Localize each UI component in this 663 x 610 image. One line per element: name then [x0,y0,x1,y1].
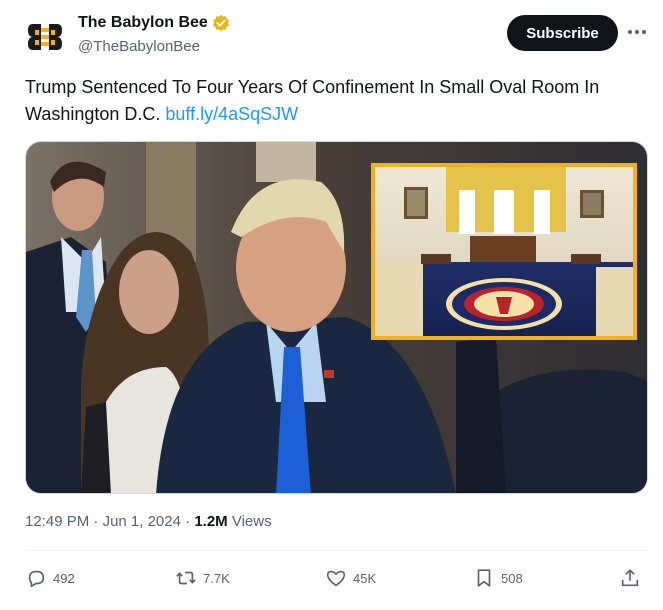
bookmark-button[interactable]: 508 [473,563,523,593]
tweet-header: The Babylon Bee @TheBabylonBee Subscribe [0,0,663,70]
tweet-date[interactable]: Jun 1, 2024 [103,513,181,530]
repost-icon [176,571,196,585]
views-label: Views [227,513,272,530]
action-bar: 492 7.7K 45K 508 [25,563,648,593]
like-button[interactable]: 45K [325,563,376,593]
heart-icon [326,570,346,587]
reply-button[interactable]: 492 [25,563,75,593]
repost-button[interactable]: 7.7K [175,563,230,593]
tweet-meta: 12:49 PM · Jun 1, 2024 · 1.2M Views [25,513,272,530]
like-count: 45K [353,570,377,586]
name-row: The Babylon Bee [78,14,230,32]
more-icon[interactable] [625,22,649,42]
share-button[interactable] [619,563,641,593]
account-handle[interactable]: @TheBabylonBee [78,38,200,55]
courtroom-photo [26,142,647,493]
tweet-time[interactable]: 12:49 PM [25,513,89,530]
verified-badge-icon[interactable] [212,14,230,32]
bookmark-icon [477,569,491,587]
share-icon [621,569,639,587]
subscribe-button[interactable]: Subscribe [507,15,618,51]
meta-separator: · [180,513,195,530]
tweet-text: Trump Sentenced To Four Years Of Confine… [25,74,645,128]
babylon-bee-logo-avatar[interactable] [24,16,66,58]
reply-icon [28,570,45,588]
display-name[interactable]: The Babylon Bee [78,14,208,32]
tweet-body: Trump Sentenced To Four Years Of Confine… [25,77,600,124]
reply-count: 492 [53,570,75,586]
tweet-link[interactable]: buff.ly/4aSqSJW [165,104,298,124]
views-count[interactable]: 1.2M [194,513,227,530]
tweet-image[interactable] [25,141,648,494]
bookmark-count: 508 [501,570,523,586]
meta-separator: · [89,513,103,530]
divider [25,550,648,551]
repost-count: 7.7K [203,570,230,586]
